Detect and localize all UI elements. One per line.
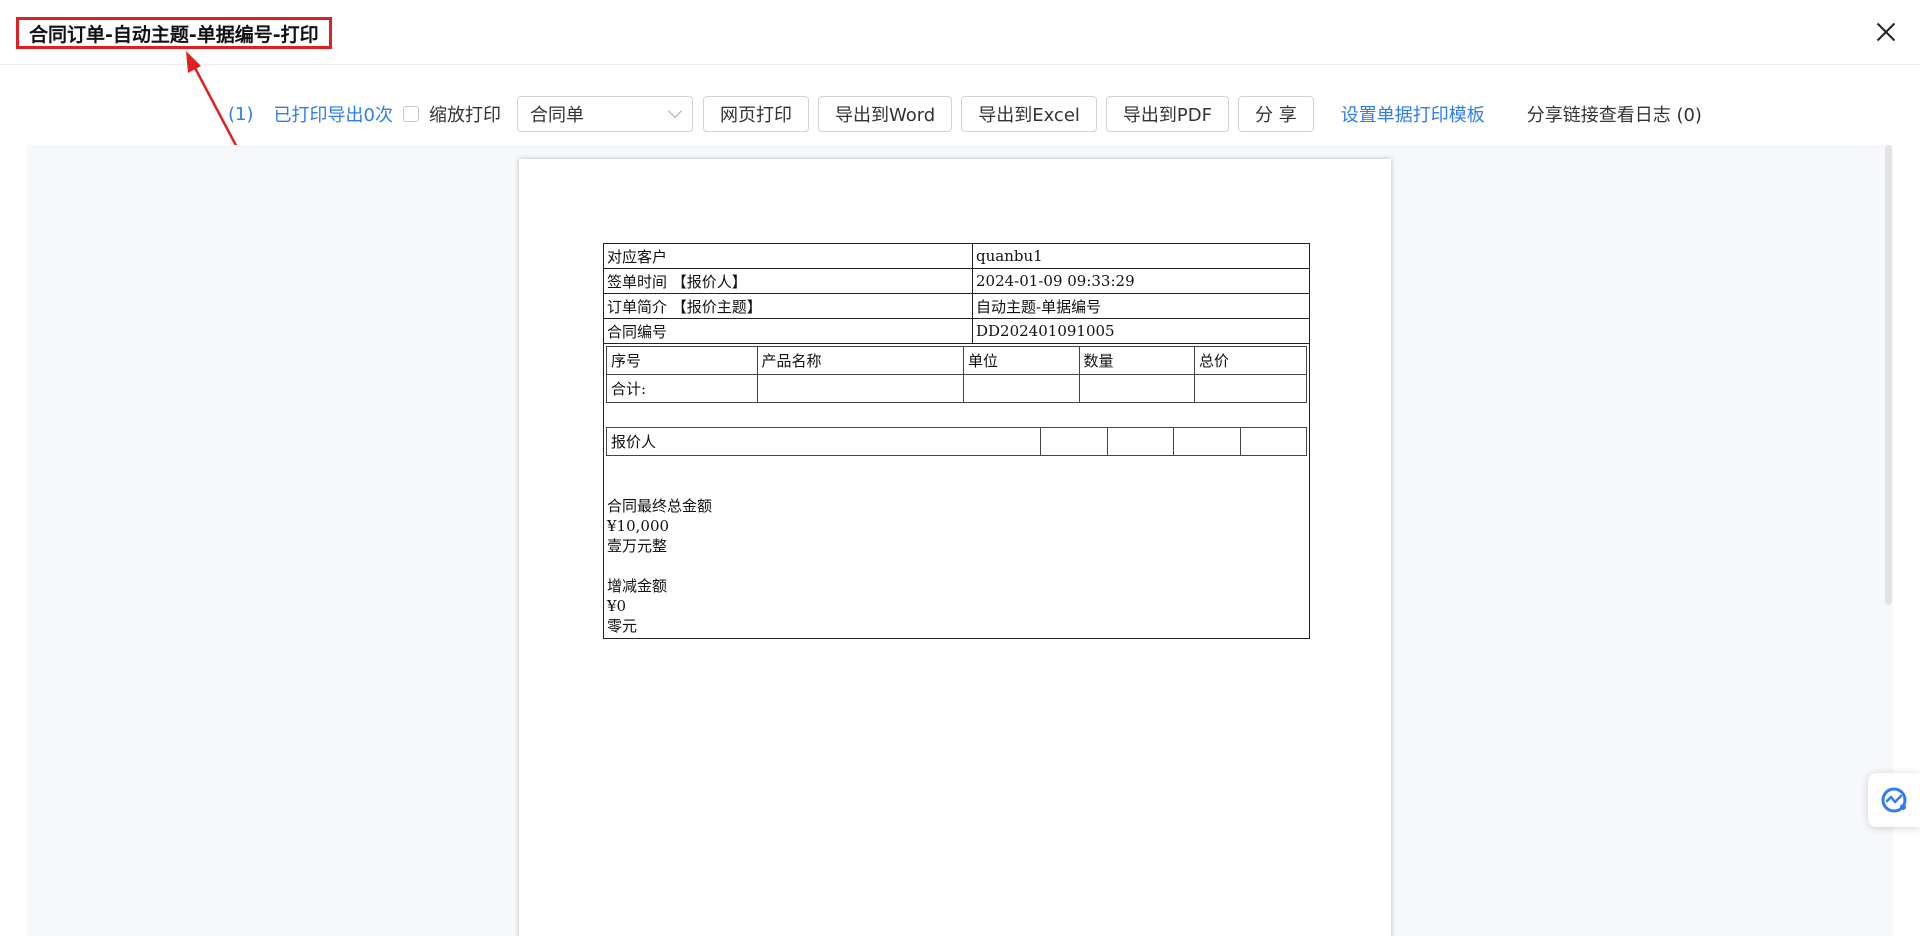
column-header: 序号 <box>606 346 758 375</box>
assistant-icon <box>1881 787 1907 813</box>
export-excel-button[interactable]: 导出到Excel <box>961 96 1097 132</box>
final-amount-upper: 壹万元整 <box>607 537 668 555</box>
adjust-amount-label: 增减金额 <box>607 577 668 595</box>
table-row: 报价人 <box>606 427 1307 456</box>
assistant-float-button[interactable] <box>1868 773 1920 827</box>
zoom-print-checkbox[interactable]: 缩放打印 <box>402 101 501 127</box>
export-word-button[interactable]: 导出到Word <box>817 96 953 132</box>
table-row: 签单时间 【报价人】 2024-01-09 09:33:29 <box>604 268 1309 294</box>
template-select-value: 合同单 <box>529 105 584 126</box>
info-label: 对应客户 <box>604 244 973 269</box>
quoter-table: 报价人 <box>606 427 1307 456</box>
info-value: 2024-01-09 09:33:29 <box>972 268 1309 294</box>
adjust-amount-upper: 零元 <box>607 617 638 635</box>
count-link[interactable]: (1) <box>228 104 254 125</box>
info-label: 合同编号 <box>604 318 973 344</box>
final-amount-value: ¥10,000 <box>607 517 670 535</box>
quoter-label: 报价人 <box>606 427 1041 456</box>
column-header: 数量 <box>1078 346 1195 375</box>
table-row: 订单简介 【报价主题】 自动主题-单据编号 <box>604 293 1309 319</box>
info-label: 订单简介 【报价主题】 <box>604 293 973 319</box>
amount-summary: 合同最终总金额 ¥10,000 壹万元整 增减金额 ¥0 零元 <box>604 458 1309 638</box>
info-value: 自动主题-单据编号 <box>972 293 1309 319</box>
table-row: 对应客户 quanbu1 <box>604 244 1309 269</box>
info-value: quanbu1 <box>972 244 1309 269</box>
share-button[interactable]: 分 享 <box>1237 96 1314 132</box>
dialog-title: 合同订单-自动主题-单据编号-打印 <box>16 17 332 49</box>
table-row: 合同编号 DD202401091005 <box>604 318 1309 344</box>
info-label: 签单时间 【报价人】 <box>604 268 973 294</box>
chevron-down-icon <box>667 103 683 119</box>
share-log-link[interactable]: 分享链接查看日志 (0) <box>1527 101 1702 127</box>
total-row: 合计: <box>606 374 1307 403</box>
web-print-button[interactable]: 网页打印 <box>702 96 809 132</box>
checkbox-box[interactable] <box>402 106 419 122</box>
print-preview-area: 对应客户 quanbu1 签单时间 【报价人】 2024-01-09 09:33… <box>27 145 1893 936</box>
toolbar: (1) 已打印导出0次 缩放打印 合同单 网页打印 导出到Word 导出到Exc… <box>228 96 1702 132</box>
template-select[interactable]: 合同单 <box>516 96 693 132</box>
info-table: 对应客户 quanbu1 签单时间 【报价人】 2024-01-09 09:33… <box>604 244 1309 344</box>
column-header: 产品名称 <box>756 346 964 375</box>
contract-document: 对应客户 quanbu1 签单时间 【报价人】 2024-01-09 09:33… <box>603 243 1310 639</box>
column-header: 总价 <box>1194 346 1307 375</box>
close-icon[interactable] <box>1872 18 1900 46</box>
dialog-header: 合同订单-自动主题-单据编号-打印 <box>0 0 1920 65</box>
print-count-link[interactable]: 已打印导出0次 <box>274 101 393 127</box>
column-header: 单位 <box>963 346 1080 375</box>
table-header-row: 序号 产品名称 单位 数量 总价 <box>606 346 1307 375</box>
print-page: 对应客户 quanbu1 签单时间 【报价人】 2024-01-09 09:33… <box>519 159 1391 936</box>
set-template-link[interactable]: 设置单据打印模板 <box>1341 101 1485 127</box>
final-amount-label: 合同最终总金额 <box>607 497 713 515</box>
total-label: 合计: <box>606 374 758 403</box>
info-value: DD202401091005 <box>972 318 1309 344</box>
zoom-print-label: 缩放打印 <box>428 105 501 126</box>
product-table: 序号 产品名称 单位 数量 总价 合计: <box>606 346 1307 403</box>
export-pdf-button[interactable]: 导出到PDF <box>1105 96 1229 132</box>
adjust-amount-value: ¥0 <box>607 597 627 615</box>
vertical-scrollbar[interactable] <box>1885 145 1892 605</box>
